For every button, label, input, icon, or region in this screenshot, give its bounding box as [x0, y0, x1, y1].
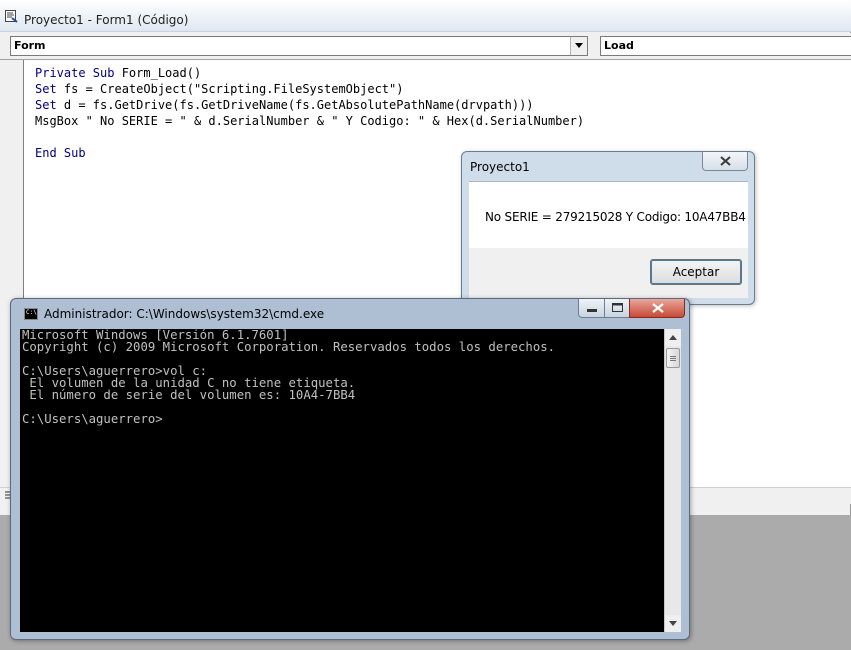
procedure-combo[interactable]: Load [600, 36, 851, 56]
code-keyword: Set [35, 98, 57, 112]
code-keyword: Private Sub [35, 66, 115, 80]
maximize-button[interactable] [604, 299, 630, 318]
cmd-icon-label: C:\ [26, 309, 37, 316]
console-line: El número de serie del volumen es: 10A4-… [22, 388, 356, 402]
code-keyword: Set [35, 82, 57, 96]
console-line: C:\Users\aguerrero> [22, 412, 163, 426]
cmd-close-button[interactable] [629, 299, 685, 318]
code-line: MsgBox " No SERIE = " & d.SerialNumber &… [35, 113, 584, 129]
close-icon [652, 303, 664, 313]
code-line: Set d = fs.GetDrive(fs.GetDriveName(fs.G… [35, 97, 584, 113]
scroll-down-button[interactable] [665, 615, 681, 632]
msgbox-dialog: Proyecto1 No SERIE = 279215028 Y Codigo:… [461, 151, 755, 305]
scroll-up-button[interactable] [665, 329, 681, 346]
scroll-down-arrow-icon [669, 621, 677, 626]
code-text: Form_Load() [114, 66, 202, 80]
minimize-button[interactable] [578, 299, 605, 318]
vb-window-title: Proyecto1 - Form1 (Código) [24, 13, 189, 27]
code-window-icon [5, 10, 18, 23]
vb-titlebar[interactable]: Proyecto1 - Form1 (Código) [0, 0, 851, 32]
msgbox-close-button[interactable] [702, 152, 748, 171]
desktop: Proyecto1 - Form1 (Código) Form Load Pri… [0, 0, 851, 650]
console-vertical-scrollbar[interactable] [664, 329, 681, 632]
chevron-down-icon [575, 43, 583, 48]
cmd-caption-buttons [578, 299, 685, 319]
cmd-window-title: Administrador: C:\Windows\system32\cmd.e… [44, 307, 325, 321]
code-lines: Private Sub Form_Load() Set fs = CreateO… [35, 65, 584, 161]
maximize-icon [612, 303, 623, 312]
console-output[interactable]: Microsoft Windows [Versión 6.1.7601] Cop… [20, 329, 664, 632]
code-line: Set fs = CreateObject("Scripting.FileSys… [35, 81, 584, 97]
code-text: d = fs.GetDrive(fs.GetDriveName(fs.GetAb… [56, 98, 534, 112]
code-keyword: End Sub [35, 146, 86, 160]
code-text: MsgBox " No SERIE = " & d.SerialNumber &… [35, 114, 585, 128]
object-combo[interactable]: Form [10, 36, 588, 56]
msgbox-title: Proyecto1 [470, 160, 530, 174]
scroll-up-arrow-icon [669, 335, 677, 340]
object-combo-dropdown-button[interactable] [570, 37, 587, 55]
procedure-combo-value: Load [604, 39, 634, 52]
ok-button[interactable]: Aceptar [650, 259, 742, 285]
code-line: Private Sub Form_Load() [35, 65, 584, 81]
code-text: fs = CreateObject("Scripting.FileSystemO… [56, 82, 404, 96]
cmd-icon[interactable]: C:\ [24, 308, 38, 320]
msgbox-message: No SERIE = 279215028 Y Codigo: 10A47BB4 [485, 210, 746, 224]
object-combo-value: Form [14, 39, 46, 52]
minimize-icon [587, 309, 597, 312]
msgbox-body: No SERIE = 279215028 Y Codigo: 10A47BB4 [469, 181, 748, 248]
scroll-thumb[interactable] [666, 348, 680, 368]
cmd-window: C:\ Administrador: C:\Windows\system32\c… [10, 298, 690, 640]
close-icon [720, 156, 731, 166]
console-line: Copyright (c) 2009 Microsoft Corporation… [22, 340, 556, 354]
